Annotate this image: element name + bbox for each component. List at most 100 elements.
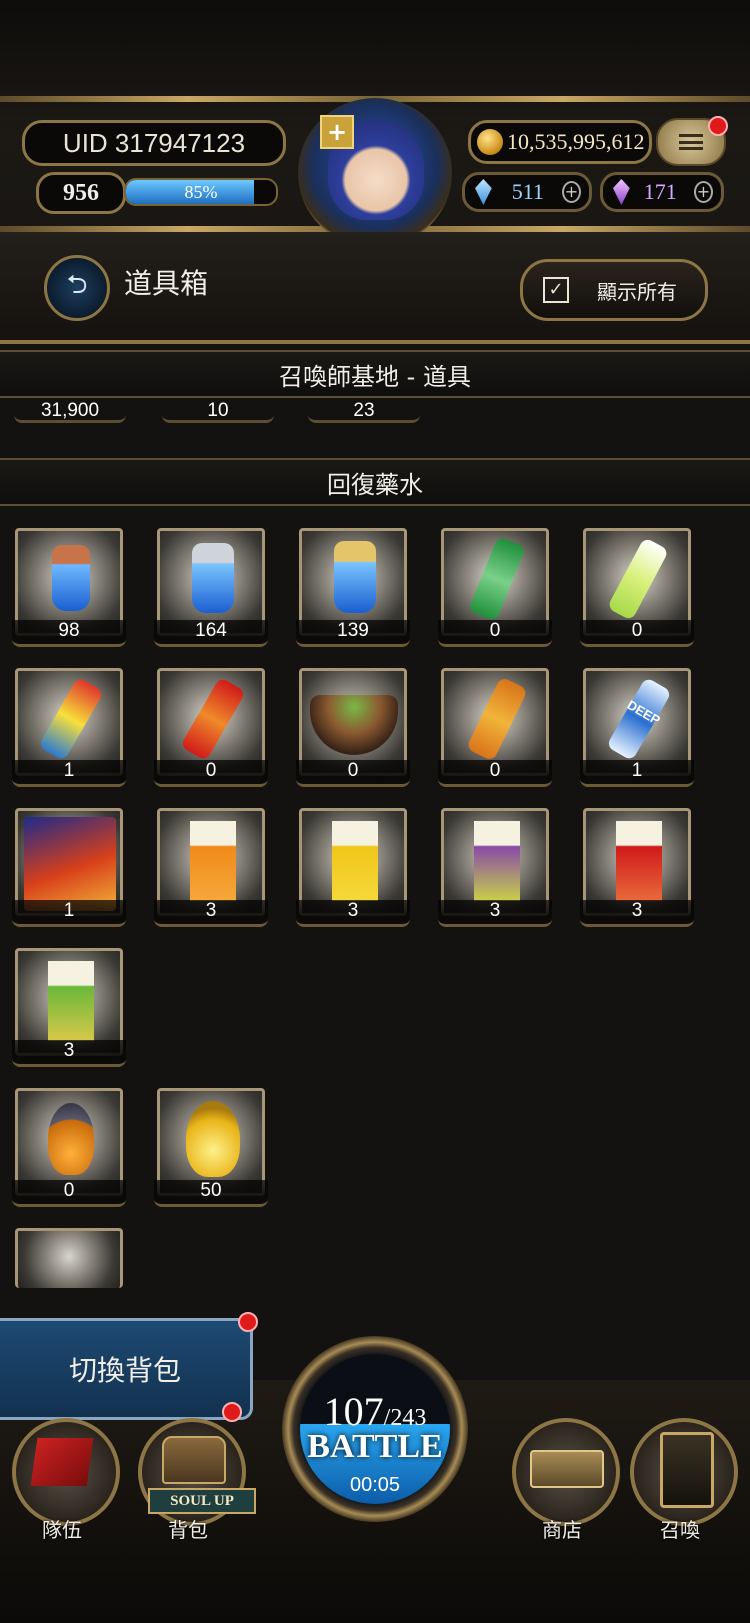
switch-bag-notification-dot: [238, 1312, 258, 1332]
checkbox-icon: ✓: [543, 277, 569, 303]
item-count: 0: [12, 1180, 126, 1207]
show-all-toggle[interactable]: ✓ 顯示所有: [520, 259, 708, 321]
potion-item-yellow-jasmine-tea-carton[interactable]: 3: [296, 808, 410, 927]
orange-milk-tea-carton-icon: [190, 821, 236, 901]
orange-elixir-flask-icon: [48, 1103, 94, 1175]
section-header-potions: 回復藥水: [0, 458, 750, 506]
purple-gem-currency[interactable]: 171 +: [600, 172, 724, 212]
potion-item-blue-potion-small[interactable]: 98: [12, 528, 126, 647]
green-tea-bottle-icon: [606, 537, 670, 621]
base-item-count-1: 31,900: [14, 400, 126, 423]
item-count: 0: [296, 760, 410, 787]
avatar-plus-icon[interactable]: +: [320, 115, 354, 149]
exp-bar: 85%: [124, 178, 278, 206]
back-arrow-icon: ⮌: [66, 270, 88, 300]
item-count: 0: [438, 760, 552, 787]
purple-fruit-tea-carton-icon: [474, 821, 520, 901]
section-header-base: 召喚師基地 - 道具: [0, 350, 750, 398]
blue-gem-amount: 511: [511, 179, 544, 204]
item-count: 0: [154, 760, 268, 787]
snack-chips-bag-icon: [24, 817, 116, 911]
base-item-count-3: 23: [308, 400, 420, 423]
yellow-jasmine-tea-carton-icon: [332, 821, 378, 901]
item-count: 139: [296, 620, 410, 647]
switch-bag-button[interactable]: 切換背包: [0, 1318, 253, 1420]
item-count: 0: [580, 620, 694, 647]
potion-item-purple-fruit-tea-carton[interactable]: 3: [438, 808, 552, 927]
potion-item-blue-potion-large[interactable]: 139: [296, 528, 410, 647]
green-soda-bottle-icon: [468, 536, 526, 622]
item-count: 98: [12, 620, 126, 647]
item-count: 0: [438, 620, 552, 647]
nav-shop-button[interactable]: [512, 1418, 620, 1526]
potion-item-orange-tea-bottle[interactable]: 0: [438, 668, 552, 787]
blue-potion-large-icon: [334, 541, 376, 613]
chest-icon: [162, 1436, 226, 1484]
potion-item-red-tea-bottle[interactable]: 0: [154, 668, 268, 787]
exp-percent: 85%: [184, 181, 218, 202]
menu-notification-dot: [708, 116, 728, 136]
add-purple-gem-icon[interactable]: +: [693, 181, 713, 203]
green-lemon-tea-carton-icon: [48, 961, 94, 1041]
uid-display: UID 317947123: [22, 120, 286, 166]
bag-notification-dot: [222, 1402, 242, 1422]
golden-elixir-flask-icon: [186, 1101, 240, 1177]
blue-potion-small-icon: [52, 545, 90, 611]
base-item-count-2: 10: [162, 400, 274, 423]
nav-summon-label: 召喚: [660, 1518, 700, 1542]
player-level: 956: [36, 172, 126, 214]
item-count: 1: [12, 900, 126, 927]
item-count: 3: [438, 900, 552, 927]
stamina-timer: 00:05: [349, 1474, 401, 1496]
blue-gem-icon: [475, 179, 492, 205]
orange-tea-bottle-icon: [465, 676, 529, 762]
potion-item-deep-water-bottle[interactable]: DEEP 1: [580, 668, 694, 787]
nav-summon-button[interactable]: [630, 1418, 738, 1526]
gold-amount: 10,535,995,612: [507, 129, 645, 154]
potion-item-red-apple-tea-carton[interactable]: 3: [580, 808, 694, 927]
page-title: 道具箱: [124, 267, 209, 300]
item-count: 3: [154, 900, 268, 927]
potion-item-snack-chips-bag[interactable]: 1: [12, 808, 126, 927]
show-all-label: 顯示所有: [597, 279, 677, 304]
add-blue-gem-icon[interactable]: +: [561, 181, 581, 203]
potion-item-yellow-juice-bottle[interactable]: 1: [12, 668, 126, 787]
item-count: 3: [296, 900, 410, 927]
coin-icon: [477, 129, 503, 155]
potion-item-orange-elixir-flask[interactable]: 0: [12, 1088, 126, 1207]
item-count: 3: [12, 1040, 126, 1067]
nav-shop-label: 商店: [542, 1518, 582, 1542]
potion-item-golden-elixir-flask[interactable]: 50: [154, 1088, 268, 1207]
soul-up-badge: SOUL UP: [148, 1488, 256, 1514]
blue-potion-medium-icon: [192, 543, 234, 613]
menu-icon: [679, 134, 703, 150]
back-button[interactable]: ⮌: [44, 255, 110, 321]
purple-gem-amount: 171: [643, 179, 677, 204]
blue-gem-currency[interactable]: 511 +: [462, 172, 592, 212]
potion-item-blue-potion-medium[interactable]: 164: [154, 528, 268, 647]
battle-label: BATTLE: [307, 1428, 443, 1465]
flag-icon: [30, 1438, 94, 1486]
potion-item-green-tea-bottle[interactable]: 0: [580, 528, 694, 647]
red-apple-tea-carton-icon: [616, 821, 662, 901]
nav-team-label: 隊伍: [42, 1518, 82, 1542]
purple-gem-icon: [613, 179, 630, 205]
nav-bag-label: 背包: [168, 1518, 208, 1542]
beef-rice-bowl-icon: [310, 695, 398, 755]
potion-item-green-lemon-tea-carton[interactable]: 3: [12, 948, 126, 1067]
item-count: 50: [154, 1180, 268, 1207]
potion-item-green-soda-bottle[interactable]: 0: [438, 528, 552, 647]
item-count: 164: [154, 620, 268, 647]
yellow-juice-bottle-icon: [38, 676, 104, 762]
red-tea-bottle-icon: [180, 676, 246, 762]
summon-card-icon: [660, 1432, 714, 1508]
potion-item-beef-rice-bowl[interactable]: 0: [296, 668, 410, 787]
shop-sign-icon: [530, 1450, 604, 1488]
potion-item-orange-milk-tea-carton[interactable]: 3: [154, 808, 268, 927]
gold-currency: 10,535,995,612: [468, 120, 652, 164]
item-count: 3: [580, 900, 694, 927]
item-count: 1: [580, 760, 694, 787]
item-count: 1: [12, 760, 126, 787]
nav-team-button[interactable]: [12, 1418, 120, 1526]
partial-item-frame[interactable]: [15, 1228, 123, 1288]
